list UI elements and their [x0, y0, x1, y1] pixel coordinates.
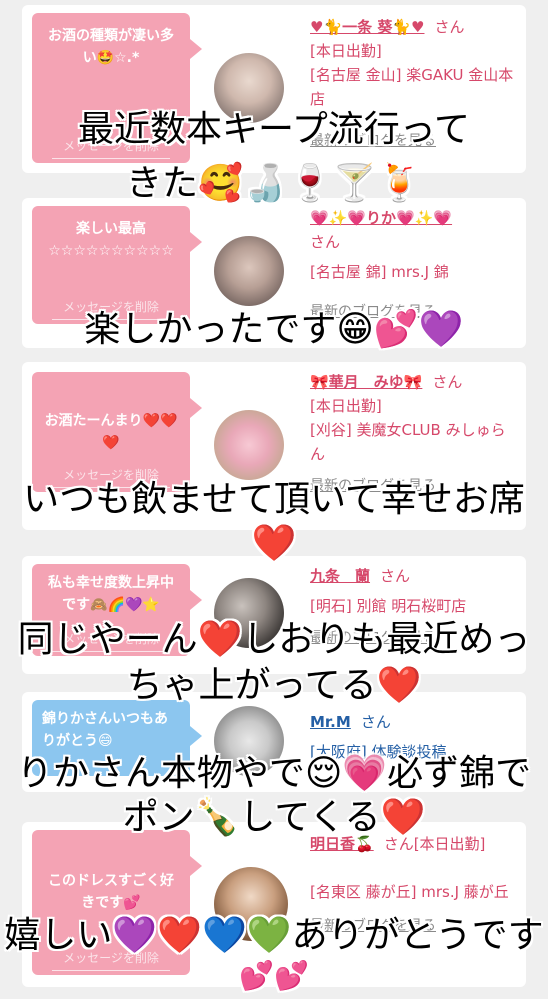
- message-text: 錦りかさんいつもありがとう😄: [42, 711, 168, 749]
- overlay-comment: 楽しかったです😁💕💜: [84, 309, 464, 350]
- overlay-comment: 嬉しい💜❤️💙💚ありがとうです: [4, 915, 544, 956]
- shop-link[interactable]: [名古屋 錦] mrs.J 錦: [310, 260, 515, 284]
- overlay-comment: きた🥰🍶🍷🍸🍹: [125, 163, 423, 204]
- avatar[interactable]: [214, 410, 284, 480]
- overlay-comment: ❤️: [251, 523, 297, 564]
- overlay-comment: りかさん本物やで😌💗必ず錦で: [16, 753, 532, 794]
- cast-name-link[interactable]: 🎀華月 みゆ🎀: [310, 373, 422, 391]
- message-text: お酒の種類が凄い多い🤩☆.*: [48, 28, 174, 66]
- overlay-comment: 同じやーん❤️しおりも最近めっ: [17, 619, 531, 660]
- overlay-comment: いつも飲ませて頂いて幸せお席: [23, 479, 525, 520]
- cast-name-link[interactable]: 九条 蘭: [310, 567, 370, 585]
- attendance-status: [本日出勤]: [310, 42, 382, 60]
- cast-name-link[interactable]: 💗✨💗りか💗✨💗: [310, 209, 452, 227]
- message-text: このドレスすごく好きです💕: [48, 873, 174, 911]
- avatar[interactable]: [214, 236, 284, 306]
- message-bubble: 楽しい最高 ☆☆☆☆☆☆☆☆☆☆ メッセージを削除: [32, 206, 202, 324]
- shop-link[interactable]: [名東区 藤が丘] mrs.J 藤が丘: [310, 880, 515, 904]
- overlay-comment: 💕💕: [239, 959, 309, 992]
- overlay-comment: ポン🍾してくる❤️: [122, 797, 426, 838]
- message-bubble: お酒たーんまり❤️❤️❤️ メッセージを削除: [32, 372, 202, 492]
- honorific: さん: [432, 373, 463, 391]
- honorific: さん: [360, 713, 391, 731]
- honorific: さん: [310, 233, 341, 251]
- attendance-status: [本日出勤]: [310, 397, 382, 415]
- shop-link[interactable]: [明石] 別館 明石桜町店: [310, 594, 515, 618]
- shop-link[interactable]: [刈谷] 美魔女CLUB みしゅらん: [310, 418, 515, 466]
- message-text: 楽しい最高 ☆☆☆☆☆☆☆☆☆☆: [48, 221, 174, 259]
- shop-link[interactable]: [名古屋 金山] 楽GAKU 金山本店: [310, 63, 515, 111]
- cast-name-link[interactable]: ♥🐈一条 葵🐈♥: [310, 18, 424, 36]
- message-text: お酒たーんまり❤️❤️❤️: [44, 413, 178, 451]
- overlay-comment: ちゃ上がってる❤️: [126, 665, 422, 706]
- overlay-comment: 最近数本キープ流行って: [77, 109, 471, 150]
- user-name-link[interactable]: Mr.M: [310, 713, 351, 731]
- honorific: さん: [434, 18, 465, 36]
- honorific: さん: [380, 567, 411, 585]
- message-text: 私も幸せ度数上昇中です🙈🌈💜⭐: [48, 575, 174, 613]
- cast-info: 💗✨💗りか💗✨💗 さん [名古屋 錦] mrs.J 錦 最新のブログを見る: [310, 206, 515, 324]
